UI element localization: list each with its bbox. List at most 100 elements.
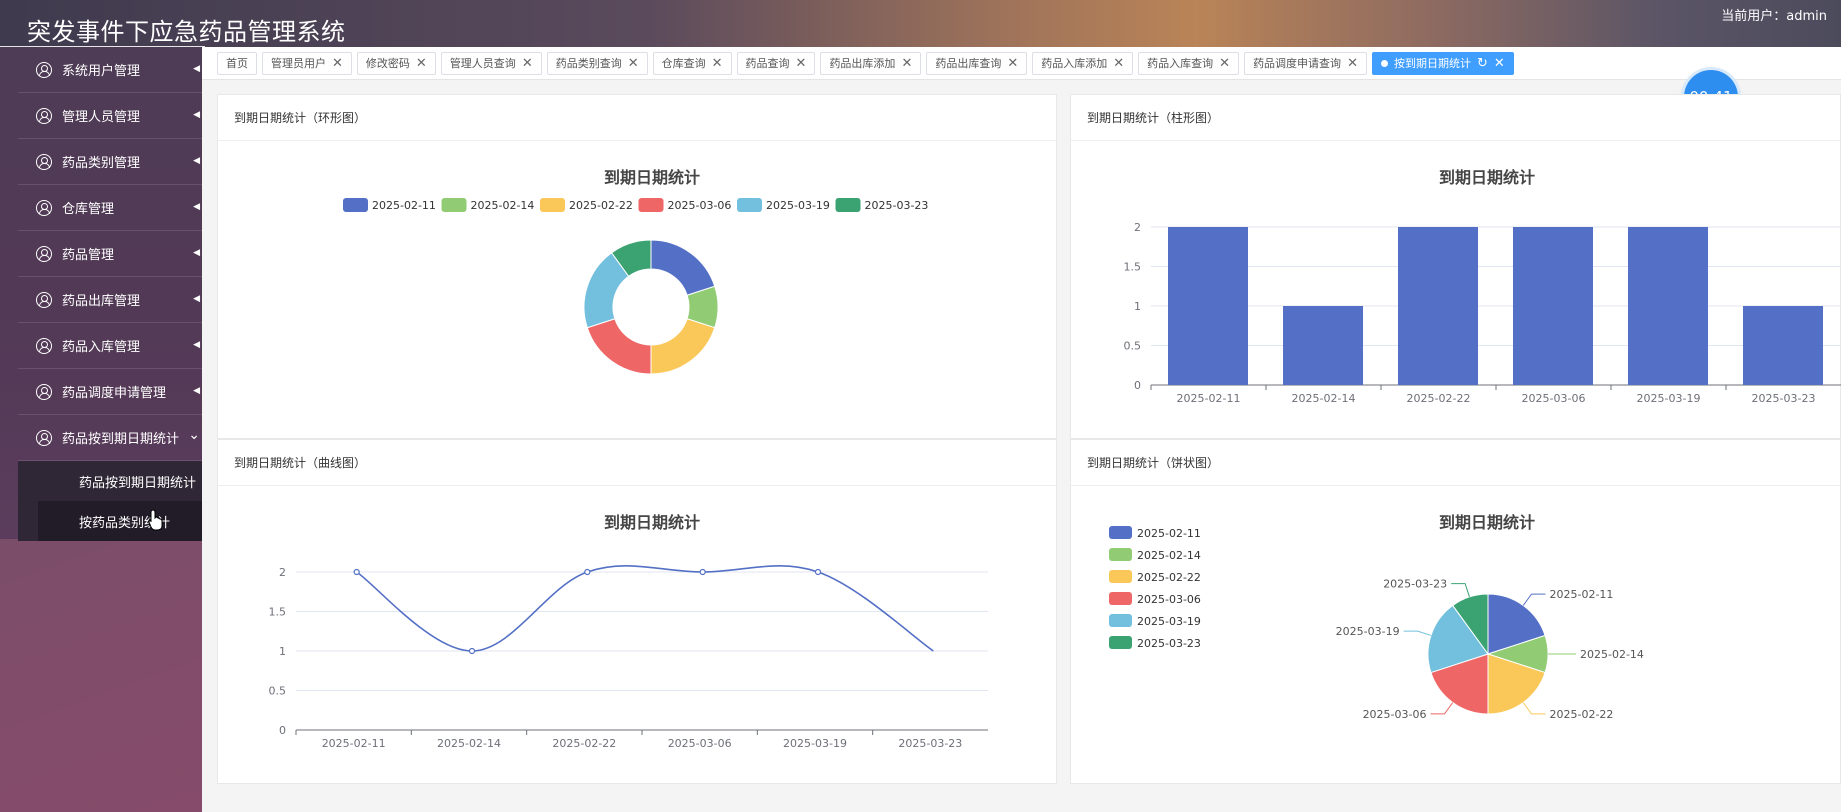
sidebar-item-1[interactable]: 管理人员管理 ◀ xyxy=(18,93,202,139)
legend-label: 2025-02-22 xyxy=(569,199,633,212)
label-line xyxy=(1522,593,1546,606)
data-point xyxy=(814,568,822,576)
y-tick-label: 0.5 xyxy=(269,685,287,698)
tab-12[interactable]: 按到期日期统计 ↻ ✕ xyxy=(1371,51,1514,75)
chevron-left-icon: ◀ xyxy=(193,202,200,212)
legend-label: 2025-03-06 xyxy=(668,199,732,212)
label-line xyxy=(1522,702,1546,715)
tab-bar: 首页 管理员用户 ✕ 修改密码 ✕ 管理人员查询 ✕ 药品类别查询 ✕ 仓库查询 ✕ 药品查询 ✕ 药品出… xyxy=(202,47,1841,80)
sidebar-item-label: 管理人员管理 xyxy=(62,110,141,125)
x-tick-label: 2025-03-19 xyxy=(1637,392,1701,405)
tab-3[interactable]: 管理人员查询 ✕ xyxy=(440,51,542,75)
tab-11[interactable]: 药品调度申请查询 ✕ xyxy=(1244,51,1367,75)
slice-label: 2025-03-06 xyxy=(1363,708,1427,721)
x-tick-label: 2025-02-11 xyxy=(1177,392,1241,405)
line-chart: 到期日期统计 0 0.5 1 1.5 2 2025-02-11 2025-02-14 2025-… xyxy=(269,513,988,750)
legend-swatch xyxy=(638,198,664,212)
chevron-left-icon: ◀ xyxy=(193,340,200,350)
tab-label: 药品查询 xyxy=(745,57,790,70)
close-icon[interactable]: ✕ xyxy=(796,56,807,71)
submenu-item-0[interactable]: 药品按到期日期统计 xyxy=(18,461,202,501)
data-point xyxy=(353,568,360,576)
tab-4[interactable]: 药品类别查询 ✕ xyxy=(546,51,648,75)
sidebar-item-label: 系统用户管理 xyxy=(62,64,141,79)
line-chart-card: 到期日期统计（曲线图） 到期日期统计 0 0.5 1 1.5 2 2025-02-11 202… xyxy=(217,439,1057,784)
slice-label: 2025-02-22 xyxy=(1549,708,1613,721)
sidebar-item-8[interactable]: 药品按到期日期统计 ⌄ xyxy=(18,415,202,461)
tab-6[interactable]: 药品查询 ✕ xyxy=(736,51,816,75)
close-icon[interactable]: ✕ xyxy=(332,56,343,71)
chart-title: 到期日期统计 xyxy=(604,168,700,187)
line-card-title: 到期日期统计（曲线图） xyxy=(218,440,1056,486)
tab-7[interactable]: 药品出库添加 ✕ xyxy=(820,51,922,75)
user-circle-icon xyxy=(36,61,52,78)
label-line xyxy=(1430,702,1454,715)
user-circle-icon xyxy=(36,245,52,262)
pie-card-title: 到期日期统计（饼状图） xyxy=(1071,440,1840,486)
tab-1[interactable]: 管理员用户 ✕ xyxy=(262,51,352,75)
tab-label: 药品出库查询 xyxy=(935,57,1002,70)
user-circle-icon xyxy=(36,153,52,170)
series-line xyxy=(356,565,934,652)
user-circle-icon xyxy=(36,429,52,446)
x-tick-label: 2025-02-11 xyxy=(322,737,386,750)
close-icon[interactable]: ✕ xyxy=(416,56,427,71)
chart-title: 到期日期统计 xyxy=(1439,513,1535,532)
close-icon[interactable]: ✕ xyxy=(1347,56,1358,71)
y-tick-label: 0 xyxy=(279,724,286,737)
close-icon[interactable]: ✕ xyxy=(1007,56,1018,71)
x-tick-label: 2025-02-22 xyxy=(1407,392,1471,405)
sidebar-item-3[interactable]: 仓库管理 ◀ xyxy=(18,185,202,231)
sidebar-item-4[interactable]: 药品管理 ◀ xyxy=(18,231,202,277)
sidebar-item-label: 药品出库管理 xyxy=(62,294,141,309)
sidebar-item-label: 药品类别管理 xyxy=(62,156,141,171)
bar xyxy=(1513,227,1593,385)
tab-5[interactable]: 仓库查询 ✕ xyxy=(652,51,732,75)
app-title: 突发事件下应急药品管理系统 xyxy=(27,18,346,46)
tab-label: 管理人员查询 xyxy=(449,57,516,70)
bar xyxy=(1168,227,1248,385)
refresh-icon[interactable]: ↻ xyxy=(1477,56,1488,71)
close-icon[interactable]: ✕ xyxy=(712,56,723,71)
y-tick-label: 0 xyxy=(1134,379,1141,392)
y-tick-label: 0.5 xyxy=(1124,340,1142,353)
sidebar-item-7[interactable]: 药品调度申请管理 ◀ xyxy=(18,369,202,415)
tab-9[interactable]: 药品入库添加 ✕ xyxy=(1032,51,1134,75)
chevron-left-icon: ◀ xyxy=(193,294,200,304)
sidebar-item-2[interactable]: 药品类别管理 ◀ xyxy=(18,139,202,185)
donut-slice xyxy=(650,318,716,375)
close-icon[interactable]: ✕ xyxy=(1219,56,1230,71)
close-icon[interactable]: ✕ xyxy=(522,56,533,71)
user-circle-icon xyxy=(36,291,52,308)
close-icon[interactable]: ✕ xyxy=(1494,56,1505,71)
legend-label: 2025-03-19 xyxy=(766,199,830,212)
legend-label: 2025-02-11 xyxy=(372,199,436,212)
tab-8[interactable]: 药品出库查询 ✕ xyxy=(926,51,1028,75)
bar-card-title: 到期日期统计（柱形图） xyxy=(1071,95,1840,141)
sidebar-item-label: 仓库管理 xyxy=(62,202,115,217)
tab-10[interactable]: 药品入库查询 ✕ xyxy=(1138,51,1240,75)
sidebar-item-5[interactable]: 药品出库管理 ◀ xyxy=(18,277,202,323)
slice-label: 2025-03-19 xyxy=(1336,625,1400,638)
legend-swatch xyxy=(540,198,565,212)
chevron-left-icon: ◀ xyxy=(193,110,200,120)
close-icon[interactable]: ✕ xyxy=(1113,56,1124,71)
x-tick-label: 2025-03-06 xyxy=(668,737,732,750)
sidebar-item-label: 药品调度申请管理 xyxy=(62,386,167,401)
tab-label: 药品出库添加 xyxy=(829,57,896,70)
close-icon[interactable]: ✕ xyxy=(901,56,912,71)
legend-label: 2025-02-11 xyxy=(1137,527,1201,540)
tab-label: 修改密码 xyxy=(365,57,410,70)
header-bar: 突发事件下应急药品管理系统 当前用户：admin xyxy=(0,0,1841,47)
submenu-item-1[interactable]: 按药品类别统计 xyxy=(38,501,202,541)
tab-0[interactable]: 首页 xyxy=(217,51,257,75)
user-circle-icon xyxy=(36,337,52,354)
y-tick-label: 1 xyxy=(279,645,286,658)
sidebar-item-0[interactable]: 系统用户管理 ◀ xyxy=(18,47,202,93)
main-content: 首页 管理员用户 ✕ 修改密码 ✕ 管理人员查询 ✕ 药品类别查询 ✕ 仓库查询 ✕ 药品查询 ✕ 药品出… xyxy=(202,47,1841,812)
slice-label: 2025-03-23 xyxy=(1383,578,1447,591)
sidebar-item-6[interactable]: 药品入库管理 ◀ xyxy=(18,323,202,369)
close-icon[interactable]: ✕ xyxy=(628,56,639,71)
tab-2[interactable]: 修改密码 ✕ xyxy=(356,51,436,75)
legend-label: 2025-02-14 xyxy=(471,199,535,212)
